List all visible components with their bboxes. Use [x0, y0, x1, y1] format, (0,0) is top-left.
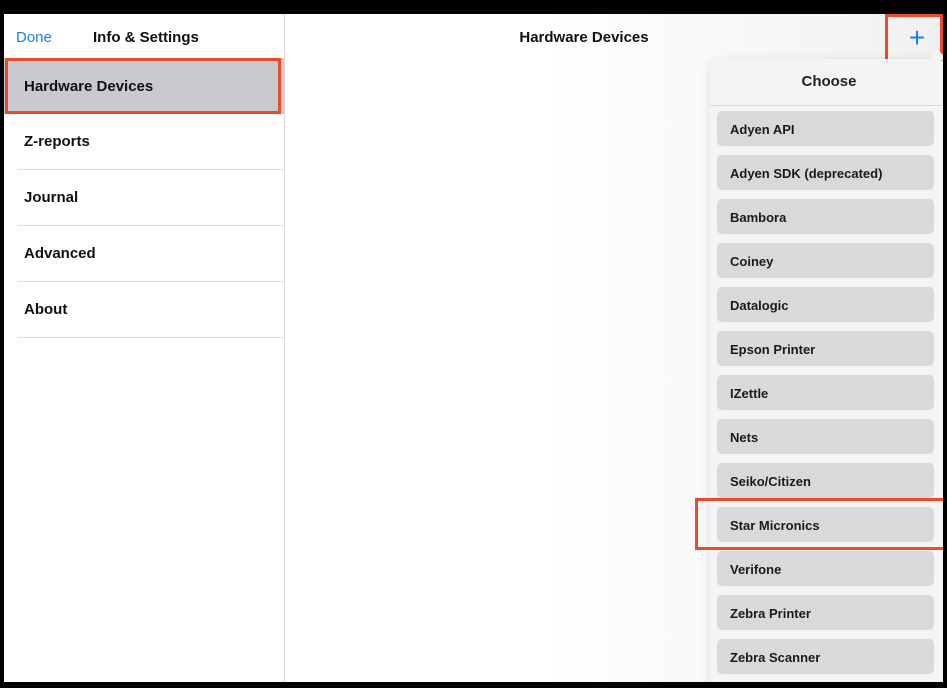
sidebar-item-label: Hardware Devices [24, 78, 154, 95]
app-window: Done Info & Settings Hardware Devices Z-… [0, 0, 947, 688]
plus-icon: + [908, 22, 926, 53]
option-label: Zebra Printer [730, 606, 811, 621]
option-star-micronics[interactable]: Star Micronics [717, 507, 934, 542]
option-epson-printer[interactable]: Epson Printer [717, 331, 934, 366]
option-label: Bambora [730, 210, 787, 225]
sidebar-header: Done Info & Settings [4, 14, 284, 58]
sidebar-item-about[interactable]: About [4, 282, 284, 338]
option-label: Coiney [730, 254, 774, 269]
sidebar-item-advanced[interactable]: Advanced [4, 226, 284, 282]
option-label: Nets [730, 430, 759, 445]
option-nets[interactable]: Nets [717, 419, 934, 454]
sidebar-item-label: Advanced [24, 245, 96, 262]
option-label: Epson Printer [730, 342, 816, 357]
option-verifone[interactable]: Verifone [717, 551, 934, 586]
option-label: Adyen SDK (deprecated) [730, 166, 883, 181]
page-title: Hardware Devices [519, 29, 649, 46]
done-button[interactable]: Done [16, 29, 52, 46]
option-adyen-api[interactable]: Adyen API [717, 111, 934, 146]
option-zebra-printer[interactable]: Zebra Printer [717, 595, 934, 630]
option-zebra-scanner[interactable]: Zebra Scanner [717, 639, 934, 674]
main-panel: Hardware Devices + Choose Adyen API Adye… [285, 14, 943, 682]
option-label: IZettle [730, 386, 769, 401]
sidebar-item-journal[interactable]: Journal [4, 170, 284, 226]
device-option-list: Adyen API Adyen SDK (deprecated) Bambora… [717, 111, 934, 682]
sidebar-item-label: Z-reports [24, 133, 90, 150]
option-label: Datalogic [730, 298, 789, 313]
option-coiney[interactable]: Coiney [717, 243, 934, 278]
sidebar-item-label: About [24, 301, 68, 318]
sidebar: Done Info & Settings Hardware Devices Z-… [4, 14, 285, 682]
sidebar-menu: Hardware Devices Z-reports Journal Advan… [4, 58, 284, 338]
option-datalogic[interactable]: Datalogic [717, 287, 934, 322]
option-izettle[interactable]: IZettle [717, 375, 934, 410]
sidebar-item-z-reports[interactable]: Z-reports [4, 114, 284, 170]
sidebar-item-hardware-devices[interactable]: Hardware Devices [4, 58, 284, 114]
divider [18, 337, 284, 338]
popover-arrow [928, 50, 943, 60]
sidebar-item-label: Journal [24, 189, 79, 206]
option-label: Seiko/Citizen [730, 474, 811, 489]
option-adyen-sdk[interactable]: Adyen SDK (deprecated) [717, 155, 934, 190]
option-label: Verifone [730, 562, 782, 577]
sidebar-title: Info & Settings [93, 29, 199, 46]
option-label: Adyen API [730, 122, 795, 137]
option-label: Star Micronics [730, 518, 820, 533]
choose-device-popover: Choose Adyen API Adyen SDK (deprecated) … [710, 50, 943, 682]
option-label: Zebra Scanner [730, 650, 821, 665]
option-seiko-citizen[interactable]: Seiko/Citizen [717, 463, 934, 498]
divider [710, 105, 943, 106]
popover-title: Choose [801, 73, 857, 90]
option-bambora[interactable]: Bambora [717, 199, 934, 234]
